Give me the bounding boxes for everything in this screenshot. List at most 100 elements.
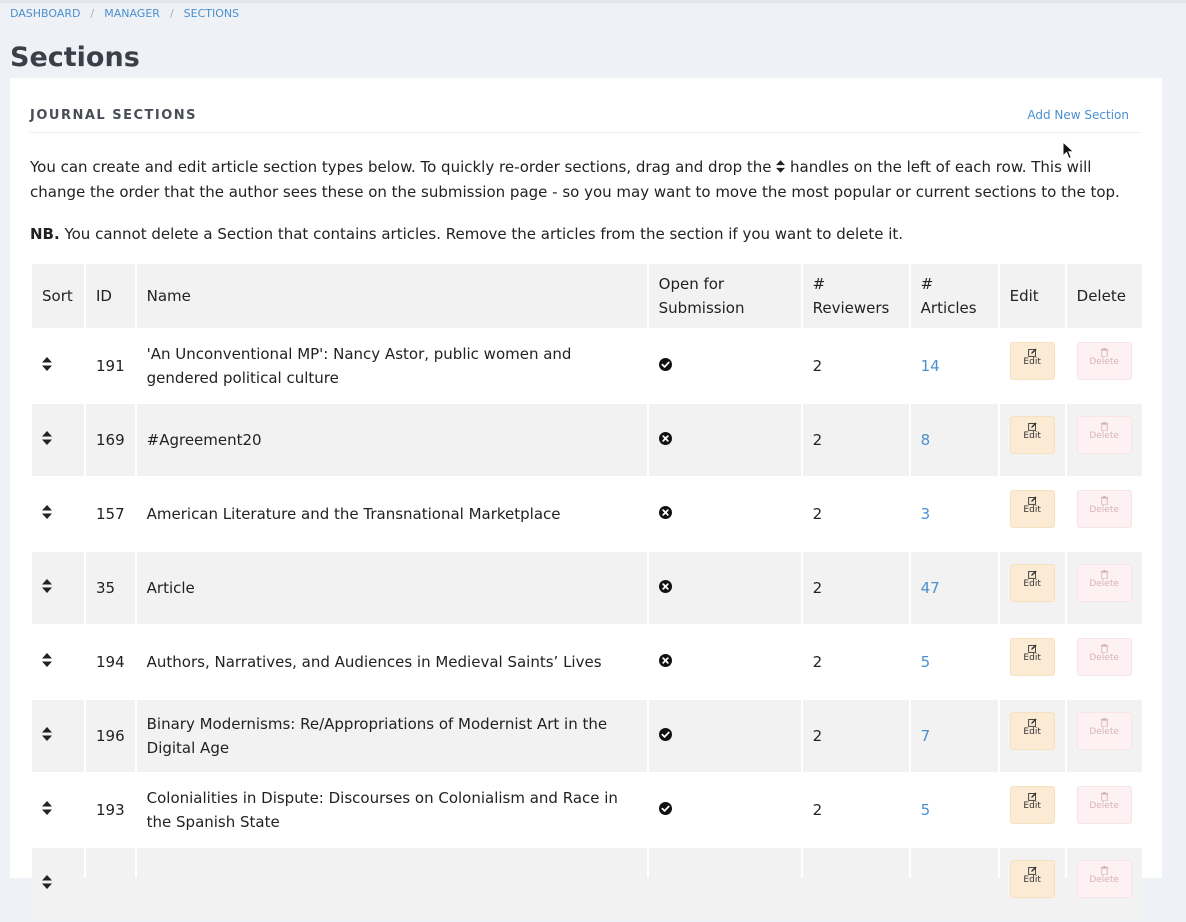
trash-icon: [1100, 570, 1108, 579]
times-circle-icon: [658, 432, 672, 445]
reviewer-count: 2: [802, 626, 909, 698]
article-count-link[interactable]: 5: [921, 801, 931, 819]
edit-button[interactable]: Edit: [1009, 416, 1055, 454]
edit-button[interactable]: Edit: [1009, 342, 1055, 380]
edit-cell: Edit: [999, 330, 1065, 402]
edit-button[interactable]: Edit: [1009, 712, 1055, 750]
journal-sections-card: JOURNAL SECTIONS Add New Section You can…: [10, 78, 1162, 920]
sort-handle-icon[interactable]: [42, 727, 52, 741]
delete-button-label: Delete: [1089, 875, 1119, 885]
edit-button[interactable]: Edit: [1009, 490, 1055, 528]
edit-cell: Edit: [999, 700, 1065, 772]
pencil-square-icon: [1027, 792, 1037, 801]
edit-button[interactable]: Edit: [1009, 860, 1055, 898]
article-count-link[interactable]: 5: [921, 653, 931, 671]
article-count-link[interactable]: 14: [921, 357, 940, 375]
header-sort[interactable]: Sort: [32, 264, 84, 328]
breadcrumb: DASHBOARD / MANAGER / SECTIONS: [10, 7, 239, 20]
section-id: [86, 848, 135, 920]
article-count-link[interactable]: 3: [921, 505, 931, 523]
sort-cell[interactable]: [32, 626, 84, 698]
sort-handle-icon[interactable]: [42, 653, 52, 667]
sort-cell[interactable]: [32, 404, 84, 476]
breadcrumb-manager[interactable]: MANAGER: [104, 7, 160, 20]
header-name[interactable]: Name: [136, 264, 647, 328]
sort-cell[interactable]: [32, 478, 84, 550]
open-status: [648, 700, 801, 772]
breadcrumb-separator: /: [169, 7, 174, 20]
open-status: [648, 330, 801, 402]
sections-table: Sort ID Name Open for Submission # Revie…: [30, 262, 1144, 922]
trash-icon: [1100, 348, 1108, 357]
table-header-row: Sort ID Name Open for Submission # Revie…: [32, 264, 1142, 328]
article-count-cell: 14: [910, 330, 998, 402]
note-label: NB.: [30, 225, 60, 243]
sort-cell[interactable]: [32, 330, 84, 402]
sort-handle-icon[interactable]: [42, 801, 52, 815]
article-count-cell: [910, 848, 998, 920]
section-name: Authors, Narratives, and Audiences in Me…: [136, 626, 647, 698]
edit-cell: Edit: [999, 552, 1065, 624]
sort-cell[interactable]: [32, 700, 84, 772]
sort-handle-icon[interactable]: [42, 505, 52, 519]
section-id: 169: [86, 404, 135, 476]
edit-button[interactable]: Edit: [1009, 564, 1055, 602]
reviewer-count: 2: [802, 404, 909, 476]
trash-icon: [1100, 792, 1108, 801]
sort-cell[interactable]: [32, 552, 84, 624]
section-id: 35: [86, 552, 135, 624]
header-open-for-submission[interactable]: Open for Submission: [648, 264, 801, 328]
section-name: 'An Unconventional MP': Nancy Astor, pub…: [136, 330, 647, 402]
edit-button[interactable]: Edit: [1009, 638, 1055, 676]
delete-button-label: Delete: [1089, 505, 1119, 515]
intro-text: You can create and edit article section …: [30, 155, 1145, 205]
section-name: [136, 848, 647, 920]
delete-button: Delete: [1076, 638, 1132, 676]
sort-handle-icon[interactable]: [42, 579, 52, 593]
delete-button-label: Delete: [1089, 579, 1119, 589]
reviewer-count: 2: [802, 774, 909, 846]
edit-button[interactable]: Edit: [1009, 786, 1055, 824]
header-id[interactable]: ID: [86, 264, 135, 328]
section-name: #Agreement20: [136, 404, 647, 476]
delete-cell: Delete: [1066, 552, 1142, 624]
card-title: JOURNAL SECTIONS: [30, 108, 197, 123]
sort-cell[interactable]: [32, 774, 84, 846]
edit-button-label: Edit: [1023, 875, 1041, 885]
delete-cell: Delete: [1066, 848, 1142, 920]
delete-cell: Delete: [1066, 404, 1142, 476]
table-row: 193 Colonialities in Dispute: Discourses …: [32, 774, 1142, 846]
edit-button-label: Edit: [1023, 505, 1041, 515]
section-id: 191: [86, 330, 135, 402]
pencil-square-icon: [1027, 348, 1037, 357]
trash-icon: [1100, 422, 1108, 431]
add-new-section-link[interactable]: Add New Section: [1027, 108, 1129, 122]
article-count-link[interactable]: 8: [921, 431, 931, 449]
open-status: [648, 478, 801, 550]
breadcrumb-sections[interactable]: SECTIONS: [184, 7, 239, 20]
header-articles[interactable]: # Articles: [910, 264, 998, 328]
delete-button: Delete: [1076, 416, 1132, 454]
breadcrumb-dashboard[interactable]: DASHBOARD: [10, 7, 81, 20]
table-row: 196 Binary Modernisms: Re/Appropriations …: [32, 700, 1142, 772]
page-title: Sections: [10, 42, 140, 73]
article-count-link[interactable]: 7: [921, 727, 931, 745]
sort-handle-icon[interactable]: [42, 875, 52, 889]
article-count-link[interactable]: 47: [921, 579, 940, 597]
header-edit: Edit: [999, 264, 1065, 328]
sort-cell[interactable]: [32, 848, 84, 920]
intro-text-start: You can create and edit article section …: [30, 158, 777, 176]
table-row: 157 American Literature and the Transnati…: [32, 478, 1142, 550]
trash-icon: [1100, 718, 1108, 727]
header-reviewers[interactable]: # Reviewers: [802, 264, 909, 328]
delete-cell: Delete: [1066, 700, 1142, 772]
pencil-square-icon: [1027, 496, 1037, 505]
delete-button-label: Delete: [1089, 653, 1119, 663]
edit-button-label: Edit: [1023, 579, 1041, 589]
delete-button-label: Delete: [1089, 801, 1119, 811]
sort-handle-icon[interactable]: [42, 431, 52, 445]
check-circle-icon: [658, 358, 672, 371]
article-count-cell: 3: [910, 478, 998, 550]
sort-handle-icon[interactable]: [42, 357, 52, 371]
delete-button-label: Delete: [1089, 431, 1119, 441]
